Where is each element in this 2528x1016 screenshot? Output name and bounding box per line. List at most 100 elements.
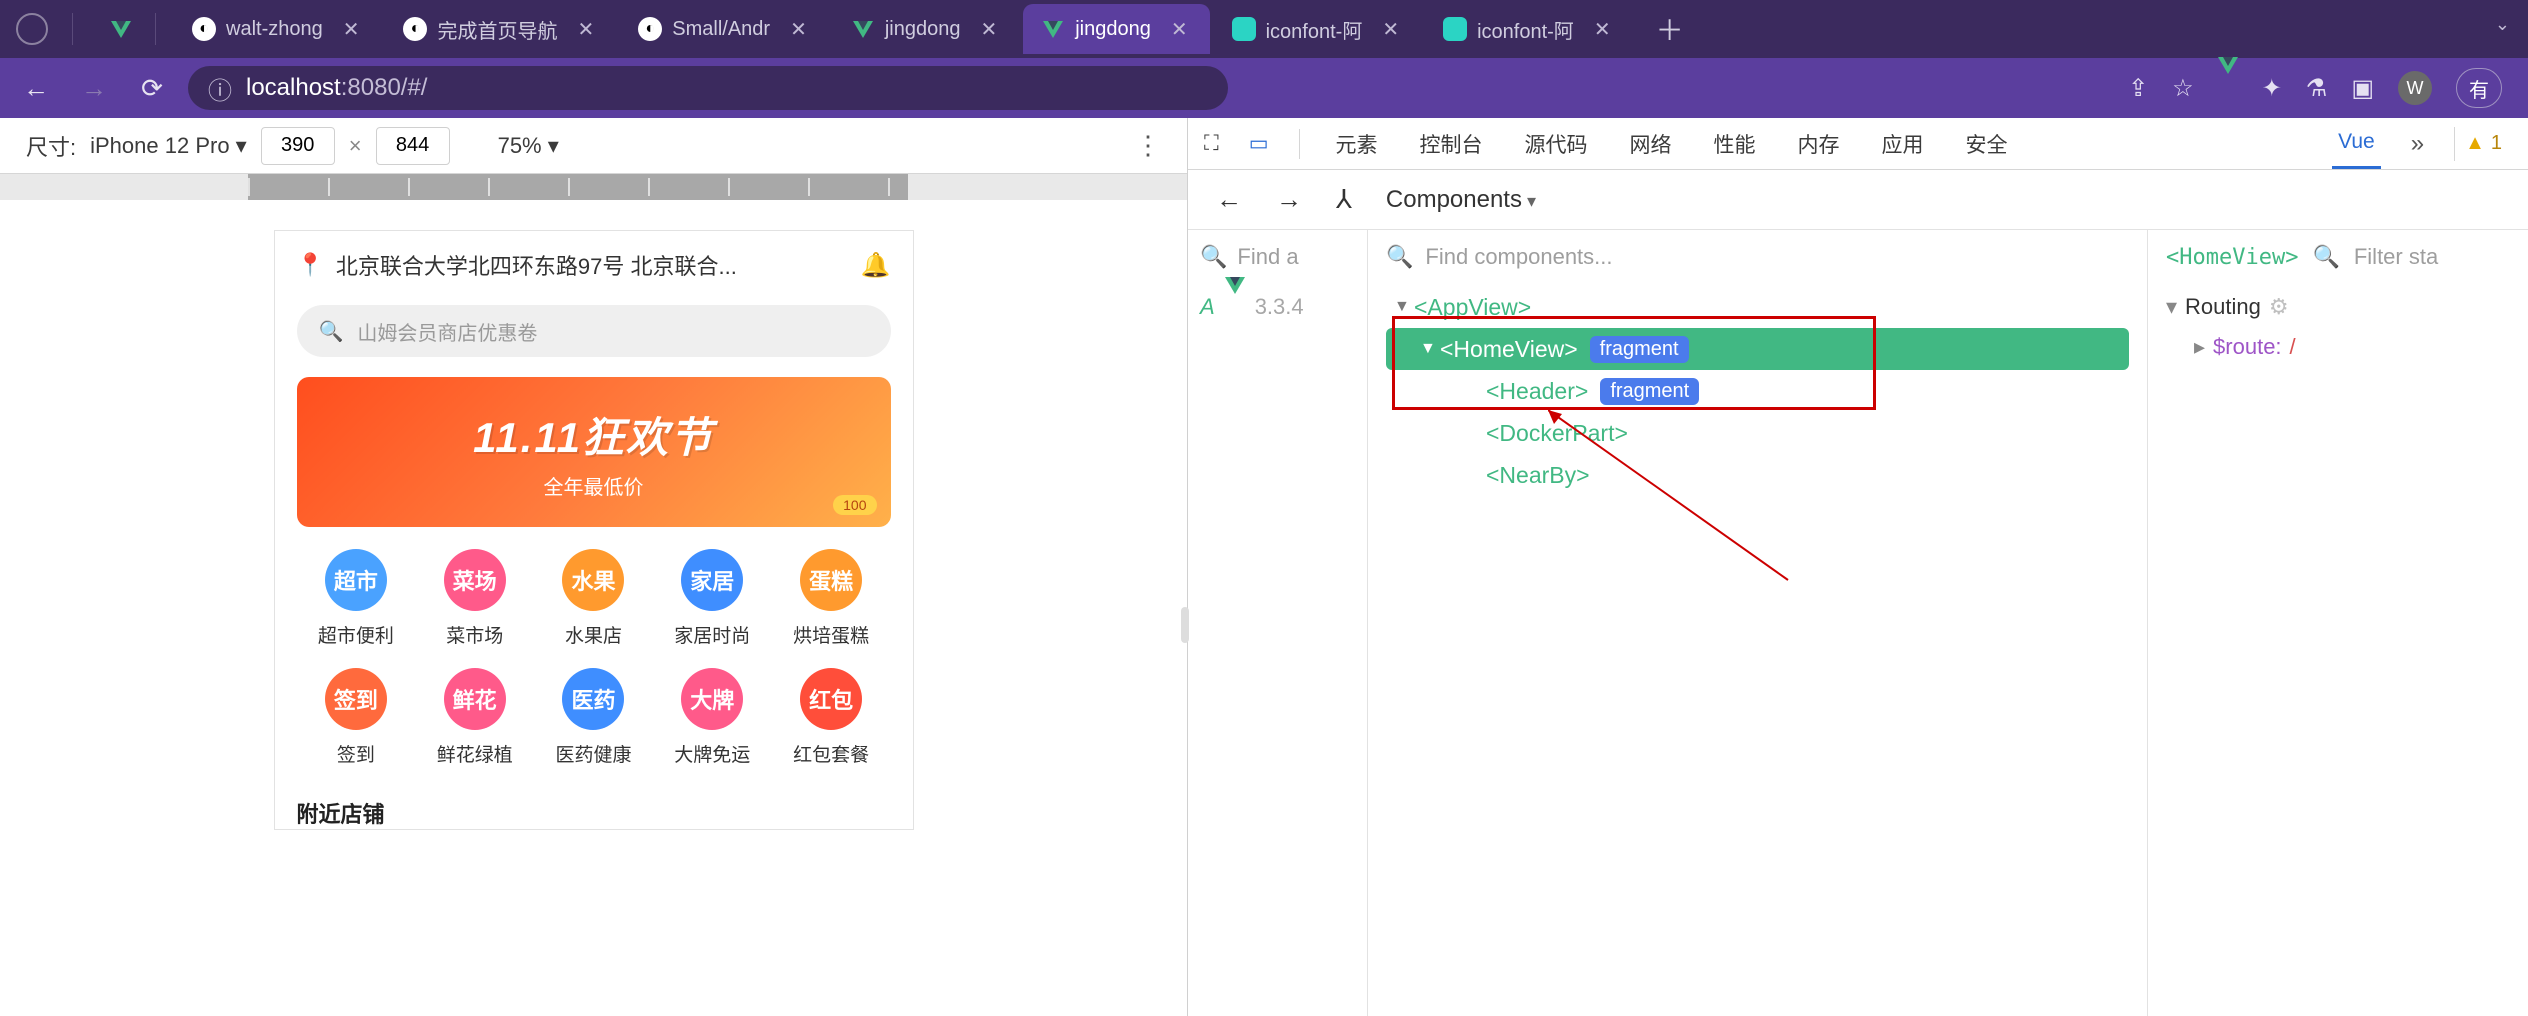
bell-icon[interactable]: 🔔 (861, 251, 891, 280)
new-tab-button[interactable]: ＋ (1651, 10, 1689, 48)
side-panel-icon[interactable]: ▣ (2351, 74, 2374, 103)
search-icon[interactable]: 🔍 (2312, 244, 2339, 270)
panel-vue[interactable]: Vue (2332, 118, 2381, 169)
warning-badge[interactable]: ▲1 (2454, 127, 2512, 161)
more-panels-icon[interactable]: » (2411, 130, 2424, 158)
route-row[interactable]: ▸ $route: / (2194, 334, 2510, 360)
category-label: 医药健康 (555, 740, 631, 767)
info-icon[interactable]: ⓘ (208, 71, 232, 106)
category-item[interactable]: 鲜花鲜花绿植 (415, 668, 534, 767)
share-icon[interactable]: ⇪ (2128, 74, 2148, 103)
category-item[interactable]: 菜场菜市场 (415, 549, 534, 648)
hierarchy-icon[interactable]: ⅄ (1336, 184, 1352, 215)
close-icon[interactable]: ✕ (1167, 17, 1192, 42)
panel-sources[interactable]: 源代码 (1519, 117, 1594, 171)
category-item[interactable]: 蛋糕烘培蛋糕 (772, 549, 891, 648)
location-pin-icon[interactable]: 📍 (297, 252, 324, 278)
caret-down-icon[interactable]: ▼ (1420, 340, 1440, 358)
close-icon[interactable]: ✕ (1590, 17, 1615, 42)
caret-down-icon[interactable]: ▾ (2166, 294, 2177, 320)
tab-iconfont-2[interactable]: iconfont-阿 ✕ (1425, 4, 1632, 54)
reload-button[interactable]: ⟳ (130, 66, 174, 110)
close-icon[interactable]: ✕ (573, 17, 598, 42)
tree-row-dockerpart[interactable]: <DockerPart> (1386, 412, 2129, 454)
profile-avatar[interactable]: W (2398, 71, 2432, 105)
app-search[interactable]: 🔍 Find a (1200, 244, 1355, 270)
vue-devtools-icon[interactable] (2218, 74, 2238, 102)
tree-row-nearby[interactable]: <NearBy> (1386, 454, 2129, 496)
component-tag: <NearBy> (1486, 462, 1590, 489)
apps-column: 🔍 Find a A 3.3.4 (1188, 230, 1368, 1016)
tab-small-andr[interactable]: ◐ Small/Andr ✕ (620, 4, 829, 54)
search-placeholder: 山姆会员商店优惠卷 (357, 317, 537, 346)
labs-icon[interactable]: ⚗ (2306, 74, 2328, 103)
phone-viewport: 📍 北京联合大学北四环东路97号 北京联合... 🔔 🔍 山姆会员商店优惠卷 1… (274, 230, 914, 830)
caret-down-icon[interactable]: ▼ (1394, 298, 1414, 316)
close-icon[interactable]: ✕ (1378, 17, 1403, 42)
location-text[interactable]: 北京联合大学北四环东路97号 北京联合... (336, 249, 737, 281)
routing-section[interactable]: ▾ Routing ⚙ (2166, 294, 2510, 320)
iconfont-icon (1443, 17, 1467, 41)
category-chip: 超市 (325, 549, 387, 611)
app-entry[interactable]: A 3.3.4 (1200, 294, 1355, 320)
tree-row-homeview[interactable]: ▼ <HomeView> fragment (1386, 328, 2129, 370)
tab-homepage-nav[interactable]: ◐ 完成首页导航 ✕ (385, 4, 616, 54)
tab-jingdong-1[interactable]: jingdong ✕ (833, 4, 1019, 54)
address-bar[interactable]: ⓘ localhost:8080/#/ (188, 66, 1228, 110)
category-item[interactable]: 水果水果店 (534, 549, 653, 648)
caret-right-icon[interactable]: ▸ (2194, 334, 2205, 360)
filter-placeholder[interactable]: Filter sta (2354, 244, 2438, 270)
category-item[interactable]: 大牌大牌免运 (653, 668, 772, 767)
component-search[interactable]: 🔍 Find components... (1386, 244, 2129, 270)
device-selector[interactable]: iPhone 12 Pro ▾ (90, 133, 247, 159)
more-icon[interactable]: ⋮ (1135, 130, 1161, 161)
tree-row-header[interactable]: <Header> fragment (1386, 370, 2129, 412)
star-icon[interactable]: ☆ (2172, 74, 2194, 103)
panel-elements[interactable]: 元素 (1330, 117, 1384, 171)
view-selector[interactable]: Components (1386, 186, 1536, 214)
extension-pill[interactable]: 有 (2456, 68, 2502, 108)
promo-banner[interactable]: 11.11狂欢节 全年最低价 100 (297, 377, 891, 527)
panel-performance[interactable]: 性能 (1708, 117, 1762, 171)
warning-icon: ▲ (2465, 132, 2485, 155)
zoom-selector[interactable]: 75% ▾ (498, 133, 559, 159)
category-item[interactable]: 家居家居时尚 (653, 549, 772, 648)
category-item[interactable]: 红包红包套餐 (772, 668, 891, 767)
extensions-icon[interactable]: ✦ (2262, 74, 2282, 103)
ruler (0, 174, 1187, 200)
panel-memory[interactable]: 内存 (1792, 117, 1846, 171)
tab-walt-zhong[interactable]: ◐ walt-zhong ✕ (174, 4, 381, 54)
gear-icon[interactable]: ⚙ (2269, 294, 2289, 320)
search-icon: 🔍 (1386, 244, 1413, 270)
tab-vue-blank[interactable] (91, 4, 151, 54)
component-tree: 🔍 Find components... ▼ <AppView> ▼ <Home… (1368, 230, 2148, 1016)
panel-network[interactable]: 网络 (1624, 117, 1678, 171)
search-bar[interactable]: 🔍 山姆会员商店优惠卷 (297, 305, 891, 357)
tab-jingdong-active[interactable]: jingdong ✕ (1023, 4, 1209, 54)
device-mode-icon[interactable]: ▭ (1249, 131, 1269, 156)
close-icon[interactable]: ✕ (339, 17, 364, 42)
width-input[interactable] (261, 127, 335, 165)
separator (155, 13, 156, 45)
back-button[interactable]: ← (14, 66, 58, 110)
category-label: 水果店 (565, 621, 622, 648)
panel-security[interactable]: 安全 (1960, 117, 2014, 171)
height-input[interactable] (376, 127, 450, 165)
tree-row-appview[interactable]: ▼ <AppView> (1386, 286, 2129, 328)
panel-application[interactable]: 应用 (1876, 117, 1930, 171)
close-icon[interactable]: ✕ (976, 17, 1001, 42)
separator (72, 13, 73, 45)
category-item[interactable]: 超市超市便利 (297, 549, 416, 648)
panel-console[interactable]: 控制台 (1414, 117, 1489, 171)
forward-button[interactable]: → (72, 66, 116, 110)
close-icon[interactable]: ✕ (786, 17, 811, 42)
nav-back-icon[interactable]: ← (1216, 184, 1242, 215)
chevron-down-icon[interactable]: ⌄ (2495, 14, 2510, 35)
category-item[interactable]: 医药医药健康 (534, 668, 653, 767)
category-item[interactable]: 签到签到 (297, 668, 416, 767)
inspect-icon[interactable]: ⛶ (1204, 132, 1219, 156)
url-host: localhost (246, 74, 341, 101)
resize-handle[interactable] (1181, 607, 1189, 643)
tab-iconfont-1[interactable]: iconfont-阿 ✕ (1214, 4, 1421, 54)
nav-fwd-icon[interactable]: → (1276, 184, 1302, 215)
